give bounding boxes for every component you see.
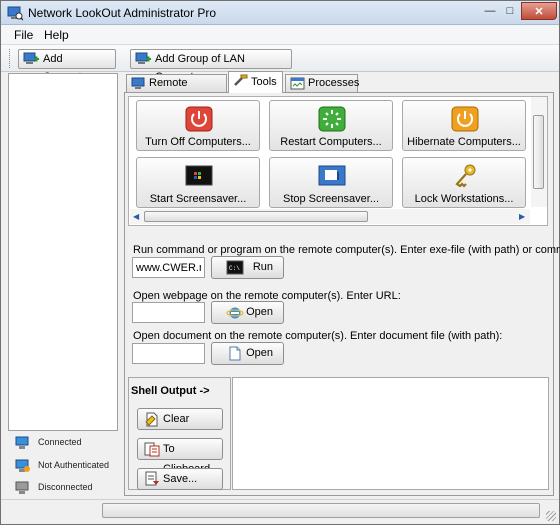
run-button[interactable]: C:\ Run [211,256,284,279]
scroll-left-icon[interactable]: ◀ [133,212,139,221]
lock-workstations-label: Lock Workstations... [414,193,514,205]
add-group-icon [135,52,151,64]
restart-label: Restart Computers... [280,136,382,148]
not-authenticated-computer-icon [15,459,30,472]
clear-icon [145,412,158,427]
window-title: Network LookOut Administrator Pro [28,6,217,20]
maximize-icon[interactable]: □ [499,2,521,20]
turn-off-button[interactable]: Turn Off Computers... [136,100,260,151]
start-screensaver-label: Start Screensaver... [149,193,247,205]
menu-help[interactable]: Help [44,28,69,42]
save-icon [145,471,159,486]
document-path-input[interactable] [132,343,205,364]
monitor-icon [131,77,145,89]
restart-icon [318,106,346,132]
add-group-button[interactable]: Add Group of LAN Computers [130,49,292,83]
tools-icon [234,74,248,86]
title-bar: Network LookOut Administrator Pro — □ ✕ [1,1,559,25]
close-icon[interactable]: ✕ [521,2,557,20]
toolbar: Add Computer Add Group of LAN Computers [1,45,559,83]
add-computer-icon [23,52,39,64]
shell-output-area[interactable] [232,377,549,490]
tab-tools[interactable]: Tools [228,71,283,93]
tab-tools-label: Tools [251,76,277,88]
restart-button[interactable]: Restart Computers... [269,100,393,151]
legend-disconnected-label: Disconnected [38,482,93,492]
menu-file[interactable]: File [14,28,33,42]
open-document-label: Open document on the remote computer(s).… [133,330,503,342]
key-icon [455,164,476,188]
tab-processes-label: Processes [308,77,360,89]
computer-list[interactable] [8,73,118,431]
clear-button-label: Clear [163,413,190,425]
horizontal-scroll-thumb[interactable] [144,211,368,222]
open-webpage-button[interactable]: Open [211,301,284,324]
console-icon: C:\ [226,260,244,275]
to-clipboard-button[interactable]: To Clipboard [137,438,223,475]
scroll-right-icon[interactable]: ▶ [519,212,525,221]
start-screensaver-button[interactable]: Start Screensaver... [136,157,260,208]
vertical-scroll-thumb[interactable] [533,115,544,189]
hibernate-label: Hibernate Computers... [407,136,521,148]
tab-processes[interactable]: Processes [285,74,360,92]
clipboard-icon [144,442,160,457]
tools-vertical-scrollbar[interactable] [531,97,547,207]
open-document-button[interactable]: Open [211,342,284,365]
hibernate-button[interactable]: Hibernate Computers... [402,100,526,151]
connected-computer-icon [15,436,29,449]
stop-screensaver-button[interactable]: Stop Screensaver... [269,157,393,208]
processes-icon [290,77,305,90]
app-window: Network LookOut Administrator Pro — □ ✕ … [0,0,560,525]
run-command-label: Run command or program on the remote com… [133,244,560,256]
power-icon [185,106,213,132]
hibernate-icon [451,106,479,132]
legend-connected-label: Connected [38,437,82,447]
tab-remote-screens[interactable]: Remote Screens [126,74,227,105]
progress-bar [102,503,540,518]
stop-screensaver-label: Stop Screensaver... [283,193,379,205]
run-button-label: Run [252,261,273,273]
shell-output-title: Shell Output -> [131,385,210,397]
save-button-label: Save... [163,473,198,485]
screensaver-start-icon [185,165,213,186]
minimize-icon[interactable]: — [479,2,501,20]
internet-explorer-icon [226,307,244,319]
tools-horizontal-scrollbar[interactable] [130,209,530,224]
legend-not-authenticated-label: Not Authenticated [38,460,110,470]
document-icon [229,346,241,361]
disconnected-computer-icon [15,481,29,494]
app-icon [7,6,23,21]
svg-text:C:\: C:\ [229,265,240,272]
save-button[interactable]: Save... [137,468,223,490]
menu-bar: File Help [1,25,559,45]
open-document-button-label: Open [246,347,273,359]
clear-button[interactable]: Clear [137,408,223,430]
run-command-input[interactable] [132,257,205,278]
add-computer-button[interactable]: Add Computer [18,49,116,83]
resize-grip-icon[interactable] [546,511,556,521]
toolbar-grip[interactable] [9,49,12,68]
turn-off-label: Turn Off Computers... [145,136,251,148]
url-input[interactable] [132,302,205,323]
open-webpage-button-label: Open [246,306,273,318]
screensaver-stop-icon [318,165,346,186]
lock-workstations-button[interactable]: Lock Workstations... [402,157,526,208]
